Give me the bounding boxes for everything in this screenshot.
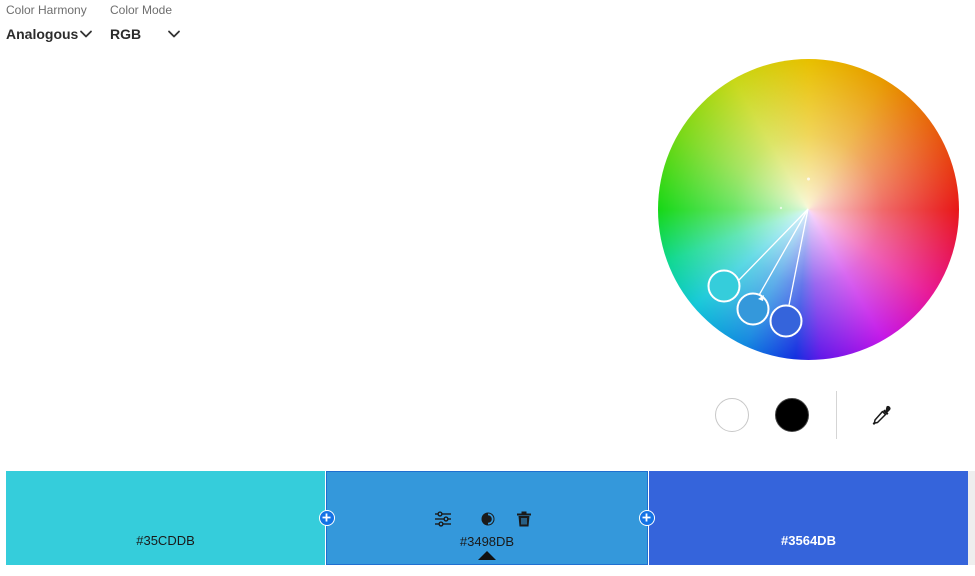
scrollbar-track[interactable] (968, 471, 975, 565)
color-wheel-overlay (707, 177, 810, 338)
chevron-down-icon[interactable] (78, 26, 94, 42)
color-wheel[interactable] (658, 59, 959, 360)
swatch-hex-value[interactable]: #3564DB (649, 533, 968, 548)
swatch-hex-value[interactable]: #35CDDB (6, 533, 325, 548)
black-color-chip[interactable] (775, 398, 809, 432)
color-swatch-3[interactable]: #3564DB (649, 471, 968, 565)
base-color-indicator (478, 551, 496, 560)
color-wheel-app: Color Harmony Analogous Color Mode RGB #… (0, 0, 975, 576)
color-harmony-dropdown[interactable]: Color Harmony Analogous (6, 0, 96, 48)
color-mode-value[interactable]: RGB (110, 26, 141, 42)
color-handle-3[interactable] (769, 304, 803, 338)
color-swatch-1[interactable]: #35CDDB (6, 471, 325, 565)
plus-icon (322, 513, 331, 522)
wheel-center-dots (779, 177, 810, 210)
color-handle-2[interactable] (736, 292, 770, 326)
contrast-icon[interactable] (479, 510, 497, 528)
add-color-button[interactable] (319, 510, 335, 526)
chevron-down-icon[interactable] (166, 26, 182, 42)
trash-icon[interactable] (515, 510, 533, 528)
handle-connector-3 (788, 208, 809, 306)
color-swatch-2-selected[interactable]: #3498DB (326, 471, 648, 565)
add-color-button[interactable] (639, 510, 655, 526)
color-handle-1[interactable] (707, 269, 741, 303)
plus-icon (642, 513, 651, 522)
color-harmony-label: Color Harmony (6, 3, 87, 17)
sliders-icon[interactable] (434, 510, 452, 528)
white-color-chip[interactable] (715, 398, 749, 432)
color-mode-dropdown[interactable]: Color Mode RGB (110, 0, 190, 48)
color-harmony-value[interactable]: Analogous (6, 26, 78, 42)
eyedropper-icon[interactable] (871, 404, 893, 426)
swatch-hex-value[interactable]: #3498DB (327, 534, 647, 549)
divider (836, 391, 837, 439)
color-mode-label: Color Mode (110, 3, 173, 17)
